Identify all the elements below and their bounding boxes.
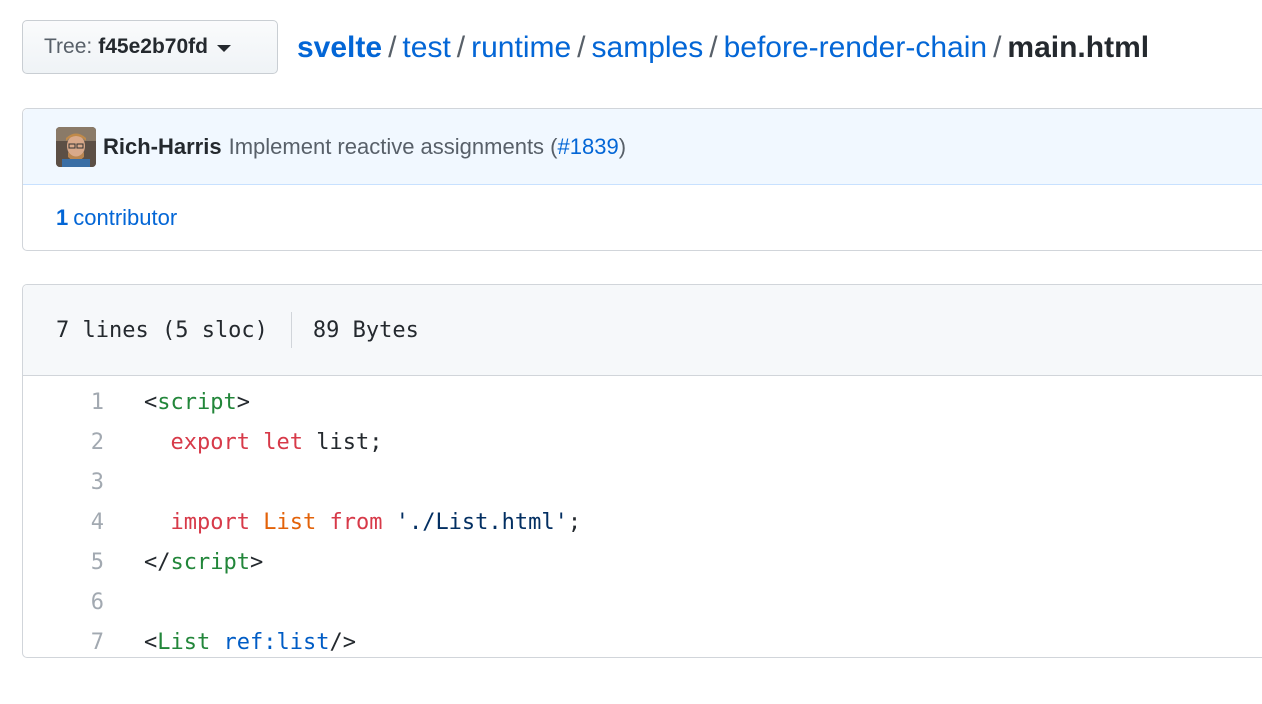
breadcrumb-separator: / [456,31,466,64]
breadcrumb-separator: / [388,31,397,64]
file-line-count: 7 lines (5 sloc) [56,317,268,343]
tree-label: Tree: [44,35,93,58]
code-line: 6 [23,582,1262,622]
breadcrumb-separator: / [577,31,586,64]
line-number[interactable]: 2 [23,430,104,455]
commit-message-text[interactable]: Implement reactive assignments ( [229,134,558,159]
code-token: import [170,509,250,535]
code-token: script [170,549,250,575]
commit-author-link[interactable]: Rich-Harris [103,134,222,160]
code-content: <List ref:list/> [104,630,356,655]
breadcrumb-separator: / [709,31,718,64]
code-line: 7 <List ref:list/> [23,622,1262,662]
code-token: List [157,629,211,655]
breadcrumb-separator: / [993,31,1002,64]
code-line: 4 import List from './List.html'; [23,502,1262,542]
commit-message-end: ) [618,133,627,159]
breadcrumb-current-file: main.html [1007,31,1150,64]
commit-message[interactable]: Implement reactive assignments (#1839) [229,134,626,160]
code-content: </script> [104,550,263,575]
tree-hash: f45e2b70fd [98,35,208,58]
contributor-count: 1 [56,205,69,230]
code-content: export let list; [104,429,383,455]
file-size: 89 Bytes [312,317,419,343]
code-token: /> [329,629,356,655]
code-token: export [170,429,250,455]
code-token: List [263,509,317,535]
breadcrumb-repo-link[interactable]: svelte [297,31,382,64]
breadcrumb-link-runtime[interactable]: runtime [471,31,571,64]
code-content: import List from './List.html'; [104,509,582,535]
code-token: script [157,389,237,415]
code-token: </ [144,549,171,575]
code-token: > [249,549,264,575]
avatar[interactable] [56,126,96,167]
contributor-label: contributor [73,205,178,230]
code-line: 3 [23,462,1262,502]
line-number[interactable]: 6 [23,590,104,615]
code-token: < [144,629,158,655]
commit-box: Rich-Harris Implement reactive assignmen… [22,108,1262,251]
code-view: 1 <script> 2 export let list; 3 4 import… [23,376,1262,662]
breadcrumb: svelte / test / runtime / samples / before-rende… [297,28,1149,68]
line-number[interactable]: 3 [23,470,104,495]
file-info: 7 lines (5 sloc) 89 Bytes [23,285,1262,376]
code-token: ; [567,509,582,535]
line-number[interactable]: 4 [23,510,104,535]
code-token: < [144,389,158,415]
code-token: ref:list [223,629,330,655]
code-line: 2 export let list; [23,422,1262,462]
code-token: './List.html' [395,509,568,535]
code-token: from [329,509,383,535]
commit-tease: Rich-Harris Implement reactive assignmen… [23,109,1262,185]
line-number[interactable]: 1 [23,390,104,415]
code-content: <script> [104,390,250,415]
tree-branch-button[interactable]: Tree: f45e2b70fd [22,20,278,74]
line-number[interactable]: 7 [23,630,104,655]
breadcrumb-link-test[interactable]: test [402,31,450,64]
code-token: let [263,429,303,455]
breadcrumb-link-before-render-chain[interactable]: before-render-chain [724,31,987,64]
pr-link[interactable]: #1839 [558,134,619,159]
file-box: 7 lines (5 sloc) 89 Bytes 1 <script> 2 e… [22,284,1262,658]
code-line: 1 <script> [23,382,1262,422]
caret-down-icon [216,45,231,52]
code-token: list; [302,429,383,455]
file-info-divider [290,312,292,348]
contributors-link[interactable]: 1 contributor [23,185,1262,251]
breadcrumb-link-samples[interactable]: samples [592,31,704,64]
code-token: > [236,389,250,415]
line-number[interactable]: 5 [23,550,104,575]
code-line: 5 </script> [23,542,1262,582]
